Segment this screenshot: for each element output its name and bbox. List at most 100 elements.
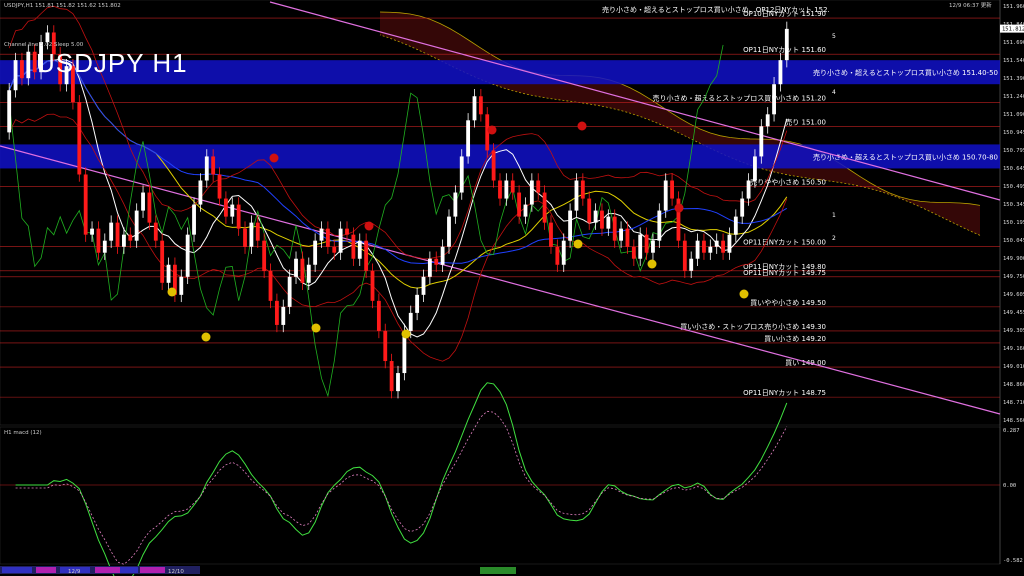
candle-body [13, 60, 18, 91]
signal-marker [401, 329, 411, 339]
y-tick-label: 149.455 [1003, 310, 1024, 316]
candle-body [96, 228, 101, 253]
signal-marker [167, 287, 177, 297]
y-tick-label: 151.540 [1003, 58, 1024, 64]
candle-body [561, 240, 566, 265]
candle-body [702, 240, 706, 253]
chart-header: USDJPY,H1 151.81 151.82 151.62 151.802 [4, 3, 121, 9]
signal-marker [201, 332, 211, 342]
candle-body [753, 156, 757, 181]
macd-title: H1 macd (12) [4, 430, 42, 436]
price-chart: 売り小さめ・超えるとストップロス買い小さめ 151.40-50 売り小さめ・超える… [0, 0, 1024, 576]
y-tick-label: 150.195 [1003, 220, 1024, 226]
y-tick-label: 150.645 [1003, 166, 1024, 172]
candle-body [708, 246, 713, 253]
macd-panel [0, 426, 1001, 565]
candle-body [631, 246, 636, 259]
wave-count-label: 1 [832, 212, 836, 219]
candle-body [427, 258, 432, 277]
candle-body [510, 180, 515, 193]
candle-body [453, 192, 458, 217]
candle-body [740, 198, 745, 217]
level-label: 売り 151.00 [785, 117, 826, 126]
candle-body [294, 258, 298, 277]
candle-body [198, 180, 203, 205]
candle-body [396, 373, 400, 392]
candle-body [498, 180, 502, 199]
candle-body [376, 300, 381, 331]
candle-body [784, 28, 789, 61]
candle-body [517, 192, 522, 217]
candle-body [682, 240, 687, 271]
y-tick-label: 151.090 [1003, 112, 1024, 118]
candle-body [529, 180, 534, 205]
candle-body [765, 114, 770, 127]
macd-axis-top: 0.287 [1003, 428, 1020, 434]
candle-body [549, 222, 553, 247]
y-tick-label: 148.710 [1003, 400, 1024, 406]
signal-marker [739, 289, 749, 299]
candle-body [727, 234, 732, 253]
current-price-label: 151.812 [1002, 27, 1024, 33]
candle-body [345, 228, 349, 235]
candle-body [109, 222, 114, 241]
level-label: 買いやや小さめ 149.50 [750, 298, 826, 307]
candle-body [332, 246, 337, 253]
y-tick-label: 151.960 [1003, 4, 1024, 10]
candle-body [657, 210, 662, 241]
candle-body [600, 210, 604, 229]
y-tick-label: 150.045 [1003, 238, 1024, 244]
y-tick-label: 150.795 [1003, 148, 1024, 154]
candle-body [7, 90, 12, 133]
candle-body [351, 234, 356, 259]
candle-body [670, 180, 674, 199]
candle-body [759, 126, 764, 157]
candle-body [236, 204, 241, 229]
candle-body [574, 180, 579, 211]
candle-body [651, 240, 655, 253]
candle-body [83, 174, 88, 235]
macd-axis-zero: 0.00 [1003, 483, 1016, 489]
level-label: 買い小さめ・ストップロス売り小さめ 149.30 [680, 322, 826, 331]
y-tick-label: 151.690 [1003, 40, 1024, 46]
y-tick-label: 150.495 [1003, 184, 1024, 190]
candle-body [185, 234, 190, 277]
candle-body [370, 270, 375, 301]
candle-body [192, 204, 196, 235]
candle-body [472, 96, 477, 121]
candle-body [26, 51, 31, 79]
level-label: OP11日NYカット 150.00 [743, 239, 826, 247]
candle-body [243, 228, 247, 247]
level-label: OP11日NYカット 149.75 [743, 269, 826, 277]
candle-body [364, 240, 369, 271]
candle-body [300, 258, 305, 283]
signal-marker [269, 153, 279, 163]
candle-body [459, 156, 464, 193]
y-tick-label: 149.305 [1003, 328, 1024, 334]
candle-body [695, 240, 700, 259]
candle-body [306, 264, 311, 283]
candle-body [211, 156, 216, 175]
candle-body [45, 32, 50, 43]
candle-body [147, 192, 152, 223]
candle-body [625, 228, 630, 247]
level-label: 売りやや小さめ 150.50 [750, 178, 826, 187]
candle-body [440, 246, 445, 265]
candle-body [606, 216, 611, 229]
candle-body [772, 84, 776, 115]
candle-body [217, 174, 222, 199]
date-label-12-10: 12/10 [168, 569, 184, 575]
candle-body [466, 120, 471, 157]
candle-body [415, 294, 420, 313]
candle-body [20, 60, 24, 79]
candle-body [262, 240, 267, 271]
time-axis: 12/9 12/10 [0, 566, 516, 575]
candle-body [434, 258, 439, 265]
candle-body [230, 204, 235, 217]
candle-body [663, 180, 668, 211]
candle-body [714, 240, 719, 247]
candle-body [383, 330, 388, 362]
level-label: 買い小さめ 149.20 [764, 334, 826, 343]
candle-body [357, 240, 362, 259]
candle-body [179, 276, 184, 295]
